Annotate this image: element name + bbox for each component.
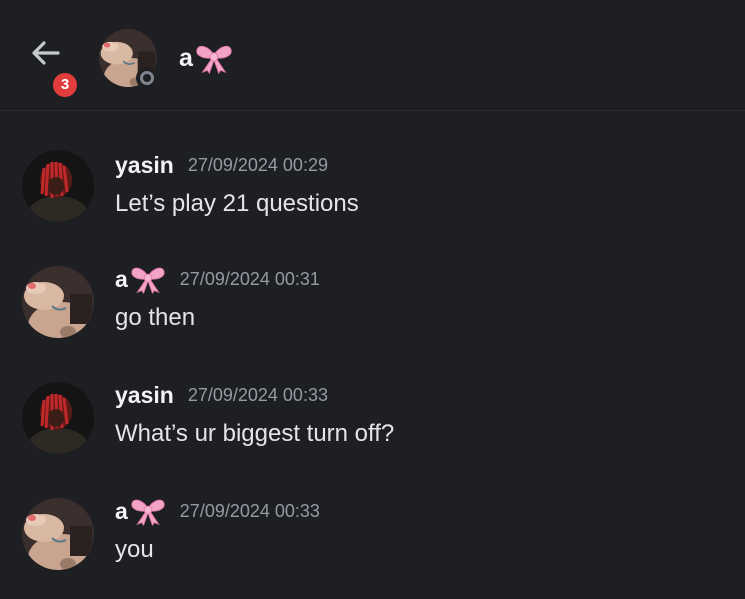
timestamp: 27/09/2024 00:31 [179, 268, 320, 289]
pink-bow-icon [196, 45, 232, 74]
channel-name: a [179, 43, 193, 72]
message-text: What’s ur biggest turn off? [115, 420, 395, 447]
message-text: you [115, 536, 154, 563]
avatar[interactable] [22, 150, 94, 222]
pink-bow-icon [131, 499, 165, 526]
hand-avatar-image [22, 266, 94, 338]
author-name[interactable]: yasin [115, 152, 174, 179]
avatar[interactable] [22, 498, 94, 570]
back-arrow-icon [32, 41, 60, 65]
timestamp: 27/09/2024 00:33 [187, 385, 328, 405]
unread-badge: 3 [50, 70, 80, 100]
red-hair-avatar-image [22, 382, 94, 454]
offline-status-icon [136, 67, 158, 89]
author-name[interactable]: a [115, 496, 166, 526]
avatar[interactable] [22, 382, 94, 454]
hand-avatar-image [22, 498, 94, 570]
chat-header: 3 a [0, 0, 745, 111]
avatar[interactable] [22, 266, 94, 338]
message-text: go then [115, 304, 196, 331]
timestamp: 27/09/2024 00:29 [187, 155, 328, 175]
timestamp: 27/09/2024 00:33 [179, 500, 320, 521]
message-header: a 27/09/2024 00:33 [115, 496, 320, 526]
author-name[interactable]: a [115, 264, 166, 294]
red-hair-avatar-image [22, 150, 94, 222]
channel-title[interactable]: a [179, 42, 233, 74]
author-name[interactable]: yasin [115, 382, 174, 409]
back-button[interactable]: 3 [28, 38, 80, 100]
message-text: Let’s play 21 questions [115, 190, 359, 217]
message-header: yasin 27/09/2024 00:33 [115, 382, 328, 409]
message-header: a 27/09/2024 00:31 [115, 264, 320, 294]
pink-bow-icon [131, 267, 165, 294]
message-header: yasin 27/09/2024 00:29 [115, 152, 328, 179]
